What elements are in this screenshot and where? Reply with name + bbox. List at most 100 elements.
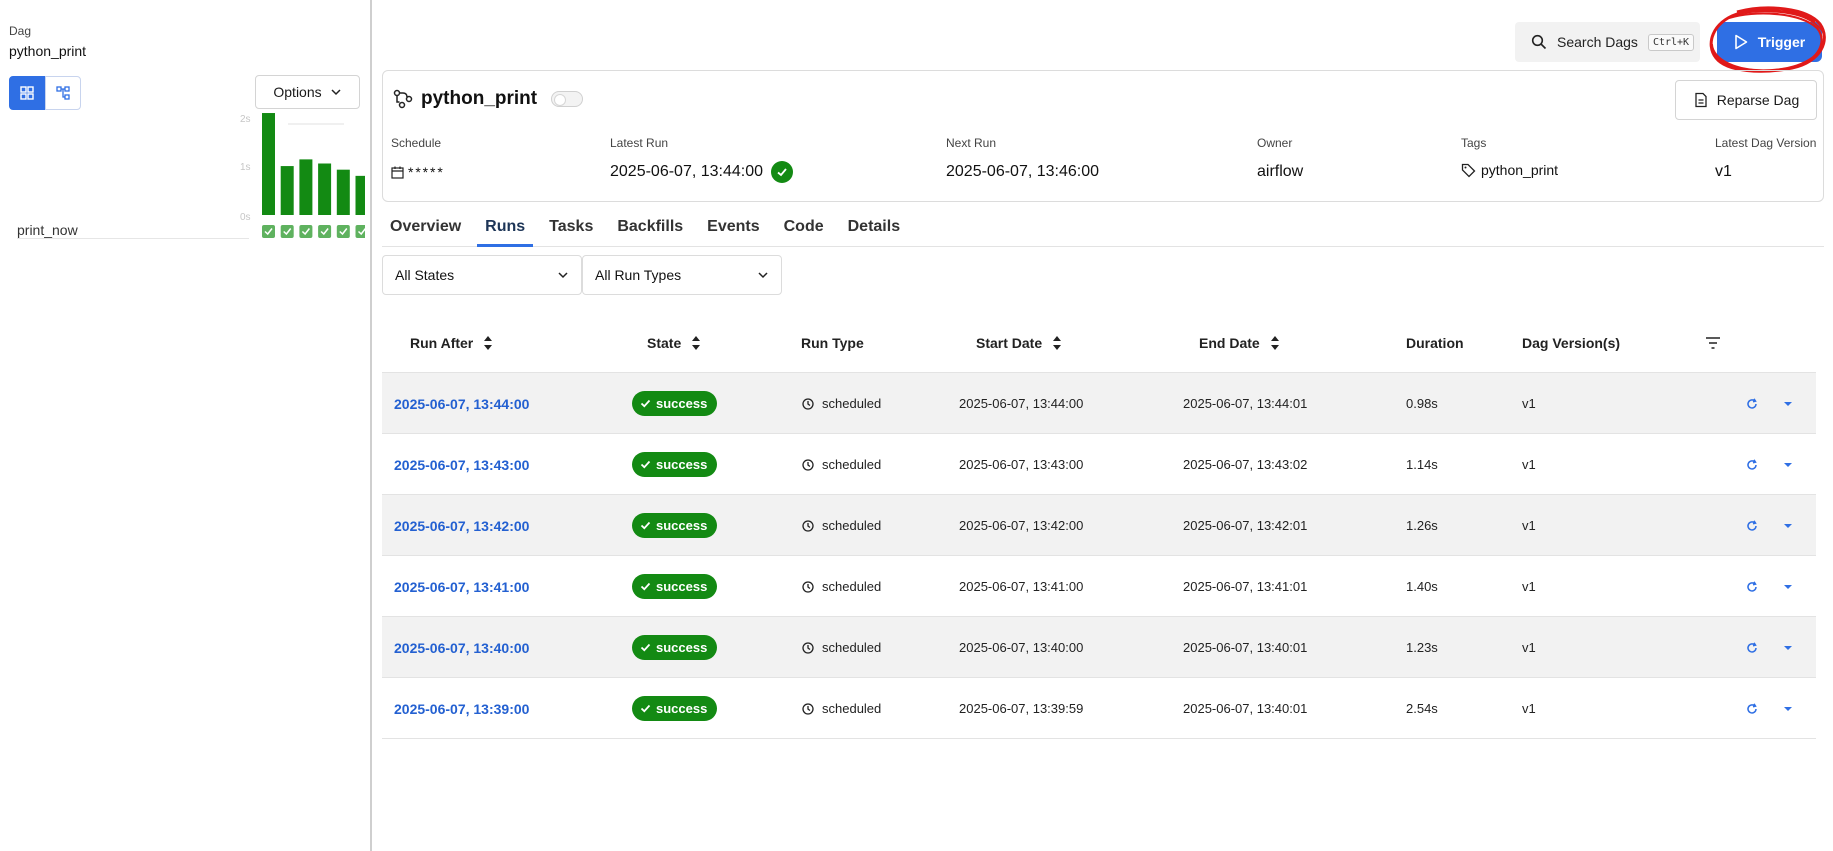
pause-toggle[interactable] [551, 91, 584, 107]
run-duration-bar[interactable] [355, 175, 366, 215]
sort-icon [692, 336, 701, 350]
run-duration-bar[interactable] [318, 163, 332, 216]
run-link[interactable]: 2025-06-07, 13:41:00 [394, 579, 529, 595]
tab-runs[interactable]: Runs [477, 210, 534, 247]
duration-cell: 1.23s [1406, 640, 1438, 655]
header-duration: Duration [1406, 335, 1464, 351]
task-status-square[interactable] [280, 225, 294, 238]
status-badge-label: success [656, 457, 708, 472]
run-after-cell: 2025-06-07, 13:43:00 [394, 434, 529, 495]
run-duration-bar[interactable] [299, 159, 313, 215]
tab-events[interactable]: Events [699, 210, 767, 247]
tags-value-row: python_print [1461, 159, 1558, 181]
run-duration-bar[interactable] [336, 169, 350, 215]
breadcrumb-dag-name[interactable]: python_print [9, 43, 86, 59]
dag-icon [393, 89, 413, 109]
run-link[interactable]: 2025-06-07, 13:42:00 [394, 518, 529, 534]
tab-details[interactable]: Details [840, 210, 908, 247]
run-actions-dropdown[interactable] [1778, 556, 1798, 617]
run-type-cell: scheduled [802, 373, 881, 434]
run-actions-dropdown[interactable] [1778, 373, 1798, 434]
run-duration-bar[interactable] [262, 113, 275, 215]
run-link[interactable]: 2025-06-07, 13:44:00 [394, 396, 529, 412]
state-filter-value: All States [395, 267, 455, 283]
check-icon [777, 168, 787, 177]
task-status-square[interactable] [355, 225, 366, 238]
check-icon [640, 704, 651, 713]
run-link[interactable]: 2025-06-07, 13:39:00 [394, 701, 529, 717]
run-type-filter-select[interactable]: All Run Types [582, 255, 782, 295]
status-badge: success [632, 452, 718, 477]
graph-view-button[interactable] [45, 76, 81, 110]
latest-run-field: Latest Run 2025-06-07, 13:44:00 [610, 136, 794, 183]
chevron-down-icon [331, 89, 341, 96]
search-dags-button[interactable]: Search Dags Ctrl+K [1515, 22, 1700, 62]
state-filter-select[interactable]: All States [382, 255, 582, 295]
options-button[interactable]: Options [255, 75, 360, 109]
latest-run-value[interactable]: 2025-06-07, 13:44:00 [610, 163, 763, 181]
duration-cell: 1.26s [1406, 518, 1438, 533]
header-run-after-label: Run After [410, 335, 474, 351]
tab-overview[interactable]: Overview [382, 210, 469, 247]
task-name-print-now[interactable]: print_now [17, 222, 78, 238]
status-badge: success [632, 574, 718, 599]
run-actions-dropdown[interactable] [1778, 495, 1798, 556]
latest-run-value-row: 2025-06-07, 13:44:00 [610, 161, 794, 183]
task-status-square[interactable] [262, 225, 275, 238]
grid-view-button[interactable] [9, 76, 45, 110]
tag-python-print[interactable]: python_print [1481, 162, 1558, 178]
run-type-cell: scheduled [802, 617, 881, 678]
start-date-cell: 2025-06-07, 13:44:00 [959, 396, 1084, 411]
run-duration-bar[interactable] [280, 166, 294, 215]
clear-run-button[interactable] [1742, 678, 1762, 739]
run-type-filter-value: All Run Types [595, 267, 682, 283]
trigger-button[interactable]: Trigger [1717, 22, 1822, 62]
clear-run-button[interactable] [1742, 495, 1762, 556]
clock-icon [802, 519, 814, 532]
clear-run-button[interactable] [1742, 556, 1762, 617]
clear-run-button[interactable] [1742, 617, 1762, 678]
run-duration-chart: 2s 1s 0s [240, 113, 366, 238]
run-after-cell: 2025-06-07, 13:42:00 [394, 495, 529, 556]
run-actions-dropdown[interactable] [1778, 434, 1798, 495]
caret-down-icon [1784, 645, 1792, 650]
task-status-square[interactable] [336, 225, 350, 238]
clear-run-button[interactable] [1742, 434, 1762, 495]
state-cell: success [632, 556, 718, 617]
run-actions-dropdown[interactable] [1778, 678, 1798, 739]
header-state-label: State [647, 335, 682, 351]
latest-run-label: Latest Run [610, 136, 669, 150]
tab-backfills[interactable]: Backfills [609, 210, 691, 247]
search-label: Search Dags [1557, 34, 1638, 50]
refresh-icon [1747, 397, 1757, 409]
header-state[interactable]: State [647, 335, 701, 351]
state-cell: success [632, 617, 718, 678]
run-link[interactable]: 2025-06-07, 13:43:00 [394, 457, 529, 473]
breadcrumb: Dag python_print [9, 24, 86, 59]
reparse-dag-button[interactable]: Reparse Dag [1675, 80, 1817, 120]
end-date-cell: 2025-06-07, 13:42:01 [1183, 518, 1308, 533]
header-run-after[interactable]: Run After [410, 335, 493, 351]
dag-version-cell: v1 [1522, 457, 1536, 472]
column-filter-button[interactable] [1706, 337, 1720, 349]
grid-view-icon [20, 86, 34, 100]
tab-code[interactable]: Code [776, 210, 832, 247]
run-after-cell: 2025-06-07, 13:39:00 [394, 678, 529, 739]
tab-tasks[interactable]: Tasks [541, 210, 601, 247]
file-refresh-icon [1695, 92, 1707, 108]
owner-label: Owner [1257, 136, 1293, 150]
task-status-square[interactable] [318, 225, 332, 238]
task-status-square[interactable] [299, 225, 313, 238]
check-icon [640, 521, 651, 530]
start-date-cell: 2025-06-07, 13:42:00 [959, 518, 1084, 533]
run-actions-dropdown[interactable] [1778, 617, 1798, 678]
clear-run-button[interactable] [1742, 373, 1762, 434]
end-date-cell: 2025-06-07, 13:40:01 [1183, 701, 1308, 716]
header-end-date[interactable]: End Date [1199, 335, 1280, 351]
header-start-date[interactable]: Start Date [976, 335, 1062, 351]
left-panel: Dag python_print Options 2s 1s 0s print_… [0, 0, 372, 851]
axis-label-2s: 2s [240, 114, 251, 125]
run-link[interactable]: 2025-06-07, 13:40:00 [394, 640, 529, 656]
check-icon [640, 582, 651, 591]
run-type: scheduled [802, 518, 881, 533]
